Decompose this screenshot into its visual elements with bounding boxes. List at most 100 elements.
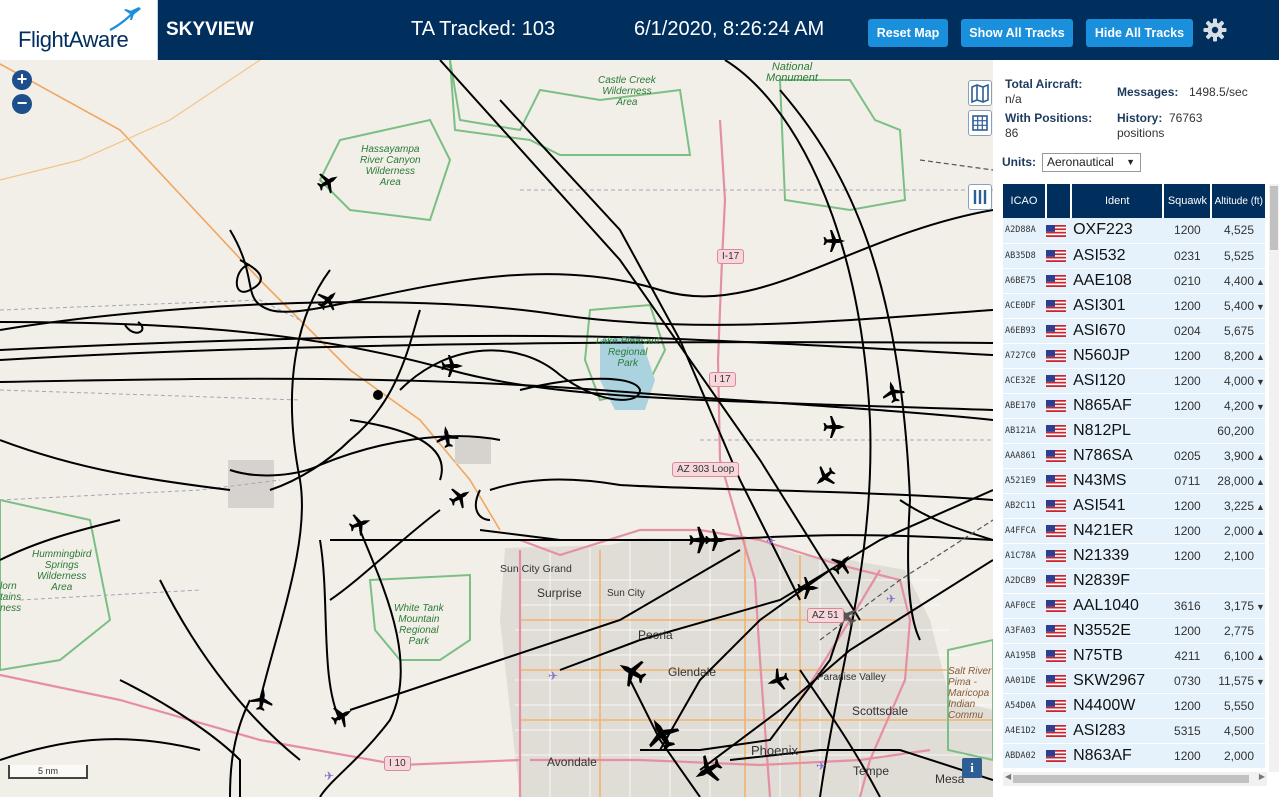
aircraft-table-container[interactable]: ICAO Ident Squawk Altitude (ft) A2D88A OX… bbox=[1003, 184, 1265, 772]
table-row[interactable]: A1C78A N21339 1200 2,100 bbox=[1003, 543, 1265, 569]
app-title: SKYVIEW bbox=[166, 19, 254, 40]
table-row[interactable]: AAA861 N786SA 0205 3,900 ▲ bbox=[1003, 443, 1265, 469]
table-row[interactable]: A4FFCA N421ER 1200 2,000 ▲ bbox=[1003, 518, 1265, 544]
altitude-trend-icon: ▼ bbox=[1256, 676, 1265, 687]
altitude-value: 8,200 bbox=[1223, 348, 1254, 363]
place-label-peoria: Peoria bbox=[638, 628, 673, 642]
scrollbar-thumb[interactable] bbox=[1270, 186, 1278, 250]
ident-cell: N21339 bbox=[1071, 543, 1164, 569]
altitude-trend-icon: ▼ bbox=[1256, 376, 1265, 387]
map-layers-button[interactable] bbox=[968, 80, 992, 106]
table-row[interactable]: ABE170 N865AF 1200 4,200 ▼ bbox=[1003, 393, 1265, 419]
table-row[interactable]: A2DCB9 N2839F bbox=[1003, 568, 1265, 594]
flag-cell bbox=[1045, 618, 1072, 644]
col-header-icao[interactable]: ICAO bbox=[1003, 184, 1047, 218]
table-row[interactable]: ACE0DF ASI301 1200 5,400 ▼ bbox=[1003, 293, 1265, 319]
table-row[interactable]: A521E9 N43MS 0711 28,000 ▲ bbox=[1003, 468, 1265, 494]
flag-cell bbox=[1045, 518, 1072, 544]
table-row[interactable]: ABDA02 N863AF 1200 2,000 bbox=[1003, 743, 1265, 769]
table-vertical-scrollbar[interactable] bbox=[1269, 184, 1279, 772]
altitude-value: 11,575 bbox=[1218, 673, 1254, 688]
flag-cell bbox=[1045, 693, 1072, 719]
scrollbar-thumb[interactable] bbox=[1013, 775, 1249, 783]
history-unit: positions bbox=[1117, 126, 1165, 140]
park-label-lake-pleasant: Lake Pleasant Regional Park bbox=[596, 336, 660, 369]
altitude-trend-icon: ▲ bbox=[1256, 476, 1265, 487]
us-flag-icon bbox=[1045, 424, 1066, 438]
altitude-cell: 5,550 bbox=[1211, 693, 1265, 719]
total-aircraft-label: Total Aircraft: bbox=[1005, 77, 1083, 91]
scroll-left-arrow-icon[interactable]: ◀ bbox=[1005, 772, 1011, 781]
squawk-cell: 4211 bbox=[1163, 643, 1212, 669]
ident-cell: N4400W bbox=[1071, 693, 1164, 719]
us-flag-icon bbox=[1045, 649, 1066, 663]
altitude-trend-icon: ▼ bbox=[1256, 401, 1265, 412]
table-row[interactable]: ACE32E ASI120 1200 4,000 ▼ bbox=[1003, 368, 1265, 394]
icao-cell: A3FA03 bbox=[1003, 618, 1046, 644]
ident-cell: N865AF bbox=[1071, 393, 1164, 419]
history-label: History: bbox=[1117, 111, 1163, 125]
table-row[interactable]: A6BE75 AAE108 0210 4,400 ▲ bbox=[1003, 268, 1265, 294]
col-header-flag[interactable] bbox=[1045, 184, 1073, 218]
map-info-button[interactable]: i bbox=[962, 758, 982, 778]
squawk-cell bbox=[1163, 568, 1212, 594]
table-row[interactable]: AB35D8 ASI532 0231 5,525 bbox=[1003, 243, 1265, 269]
table-row[interactable]: A54D0A N4400W 1200 5,550 bbox=[1003, 693, 1265, 719]
show-all-tracks-button[interactable]: Show All Tracks bbox=[961, 19, 1073, 47]
map-canvas[interactable]: ✈ ✈ ✈ ✈ ✈ Castle Creek Wilderness Area N… bbox=[0, 60, 993, 797]
grid-toggle-button[interactable] bbox=[968, 110, 992, 136]
zoom-out-button[interactable]: − bbox=[12, 94, 32, 114]
park-label-hassayampa: Hassayampa River Canyon Wilderness Area bbox=[360, 144, 421, 188]
altitude-cell: 5,400 ▼ bbox=[1211, 293, 1265, 319]
icao-cell: A2D88A bbox=[1003, 218, 1046, 244]
flightaware-logo[interactable]: FlightAware bbox=[0, 0, 158, 60]
us-flag-icon bbox=[1045, 674, 1066, 688]
table-horizontal-scrollbar[interactable]: ◀ ▶ bbox=[1003, 772, 1267, 786]
table-row[interactable]: AB121A N812PL 60,200 bbox=[1003, 418, 1265, 444]
table-header-row: ICAO Ident Squawk Altitude (ft) bbox=[1003, 184, 1265, 218]
messages-value: 1498.5/sec bbox=[1189, 85, 1248, 99]
table-row[interactable]: A4E1D2 ASI283 5315 4,500 bbox=[1003, 718, 1265, 744]
us-flag-icon bbox=[1045, 624, 1066, 638]
table-row[interactable]: AB2C11 ASI541 1200 3,225 ▲ bbox=[1003, 493, 1265, 519]
place-label-paradise-valley: Paradise Valley bbox=[817, 672, 886, 683]
squawk-cell: 1200 bbox=[1163, 518, 1212, 544]
zoom-in-button[interactable]: + bbox=[12, 70, 32, 90]
altitude-trend-icon: ▲ bbox=[1256, 451, 1265, 462]
place-label-sun-city: Sun City bbox=[607, 588, 645, 599]
col-header-altitude[interactable]: Altitude (ft) bbox=[1211, 184, 1265, 218]
units-select[interactable]: Aeronautical ▼ bbox=[1042, 153, 1141, 172]
aircraft-layer[interactable] bbox=[0, 60, 993, 797]
altitude-value: 2,000 bbox=[1223, 748, 1254, 763]
table-row[interactable]: A6EB93 ASI670 0204 5,675 bbox=[1003, 318, 1265, 344]
settings-gear-icon[interactable] bbox=[1202, 17, 1228, 43]
flag-cell bbox=[1045, 418, 1072, 444]
table-row[interactable]: AA01DE SKW2967 0730 11,575 ▼ bbox=[1003, 668, 1265, 694]
altitude-cell: 2,775 bbox=[1211, 618, 1265, 644]
col-header-squawk[interactable]: Squawk bbox=[1163, 184, 1213, 218]
map-icon bbox=[971, 83, 989, 104]
table-row[interactable]: A2D88A OXF223 1200 4,525 bbox=[1003, 218, 1265, 244]
ident-cell: N75TB bbox=[1071, 643, 1164, 669]
hide-all-tracks-button[interactable]: Hide All Tracks bbox=[1086, 19, 1193, 47]
table-row[interactable]: A727C0 N560JP 1200 8,200 ▲ bbox=[1003, 343, 1265, 369]
altitude-cell: 5,525 bbox=[1211, 243, 1265, 269]
table-row[interactable]: AA195B N75TB 4211 6,100 ▲ bbox=[1003, 643, 1265, 669]
icao-cell: AB2C11 bbox=[1003, 493, 1046, 519]
table-row[interactable]: AAF0CE AAL1040 3616 3,175 ▼ bbox=[1003, 593, 1265, 619]
icao-cell: A521E9 bbox=[1003, 468, 1046, 494]
column-toggle-button[interactable] bbox=[968, 184, 992, 210]
altitude-trend-icon: ▲ bbox=[1256, 276, 1265, 287]
ident-cell: N43MS bbox=[1071, 468, 1164, 494]
altitude-cell: 2,100 bbox=[1211, 543, 1265, 569]
scroll-right-arrow-icon[interactable]: ▶ bbox=[1259, 772, 1265, 781]
flag-cell bbox=[1045, 343, 1072, 369]
reset-map-button[interactable]: Reset Map bbox=[868, 19, 948, 47]
table-row[interactable]: A3FA03 N3552E 1200 2,775 bbox=[1003, 618, 1265, 644]
icao-cell: ABE170 bbox=[1003, 393, 1046, 419]
flag-cell bbox=[1045, 718, 1072, 744]
squawk-cell: 1200 bbox=[1163, 293, 1212, 319]
col-header-ident[interactable]: Ident bbox=[1071, 184, 1165, 218]
altitude-value: 4,200 bbox=[1223, 398, 1254, 413]
ident-cell: ASI301 bbox=[1071, 293, 1164, 319]
